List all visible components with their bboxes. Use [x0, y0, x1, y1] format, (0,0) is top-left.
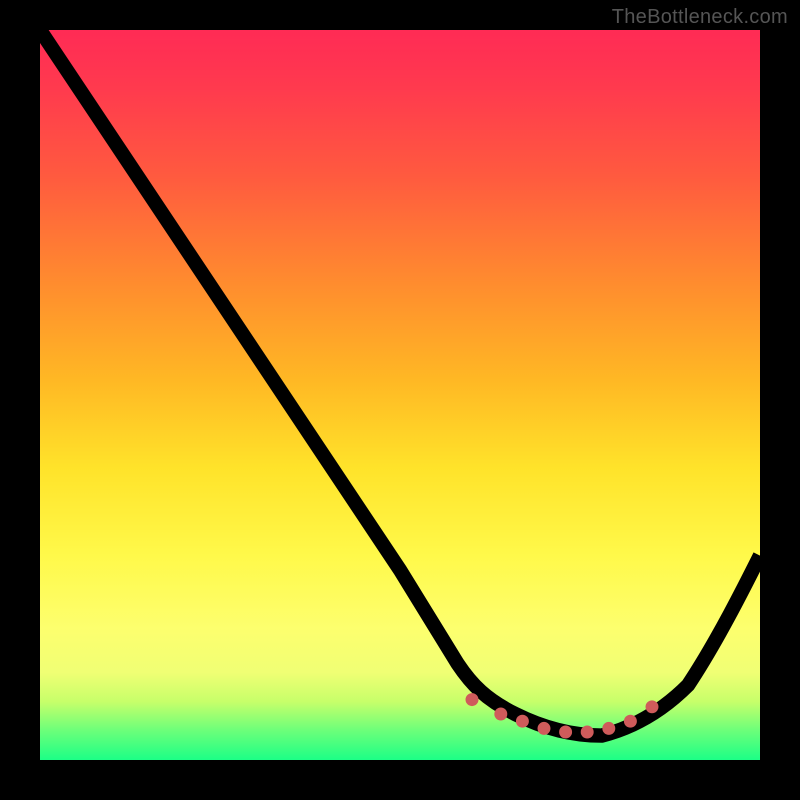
sweet-spot-dot	[538, 722, 551, 735]
sweet-spot-dot	[466, 693, 479, 706]
bottleneck-chart	[40, 30, 760, 760]
sweet-spot-dot	[516, 715, 529, 728]
sweet-spot-dot	[581, 726, 594, 739]
sweet-spot-dot	[559, 726, 572, 739]
sweet-spot-dot	[494, 708, 507, 721]
sweet-spot-dot	[602, 722, 615, 735]
sweet-spot-dot	[646, 700, 659, 713]
watermark-text: TheBottleneck.com	[612, 6, 788, 29]
chart-svg	[40, 30, 760, 750]
bottleneck-curve	[40, 30, 760, 736]
chart-frame: TheBottleneck.com	[0, 0, 800, 800]
sweet-spot-dot	[624, 715, 637, 728]
